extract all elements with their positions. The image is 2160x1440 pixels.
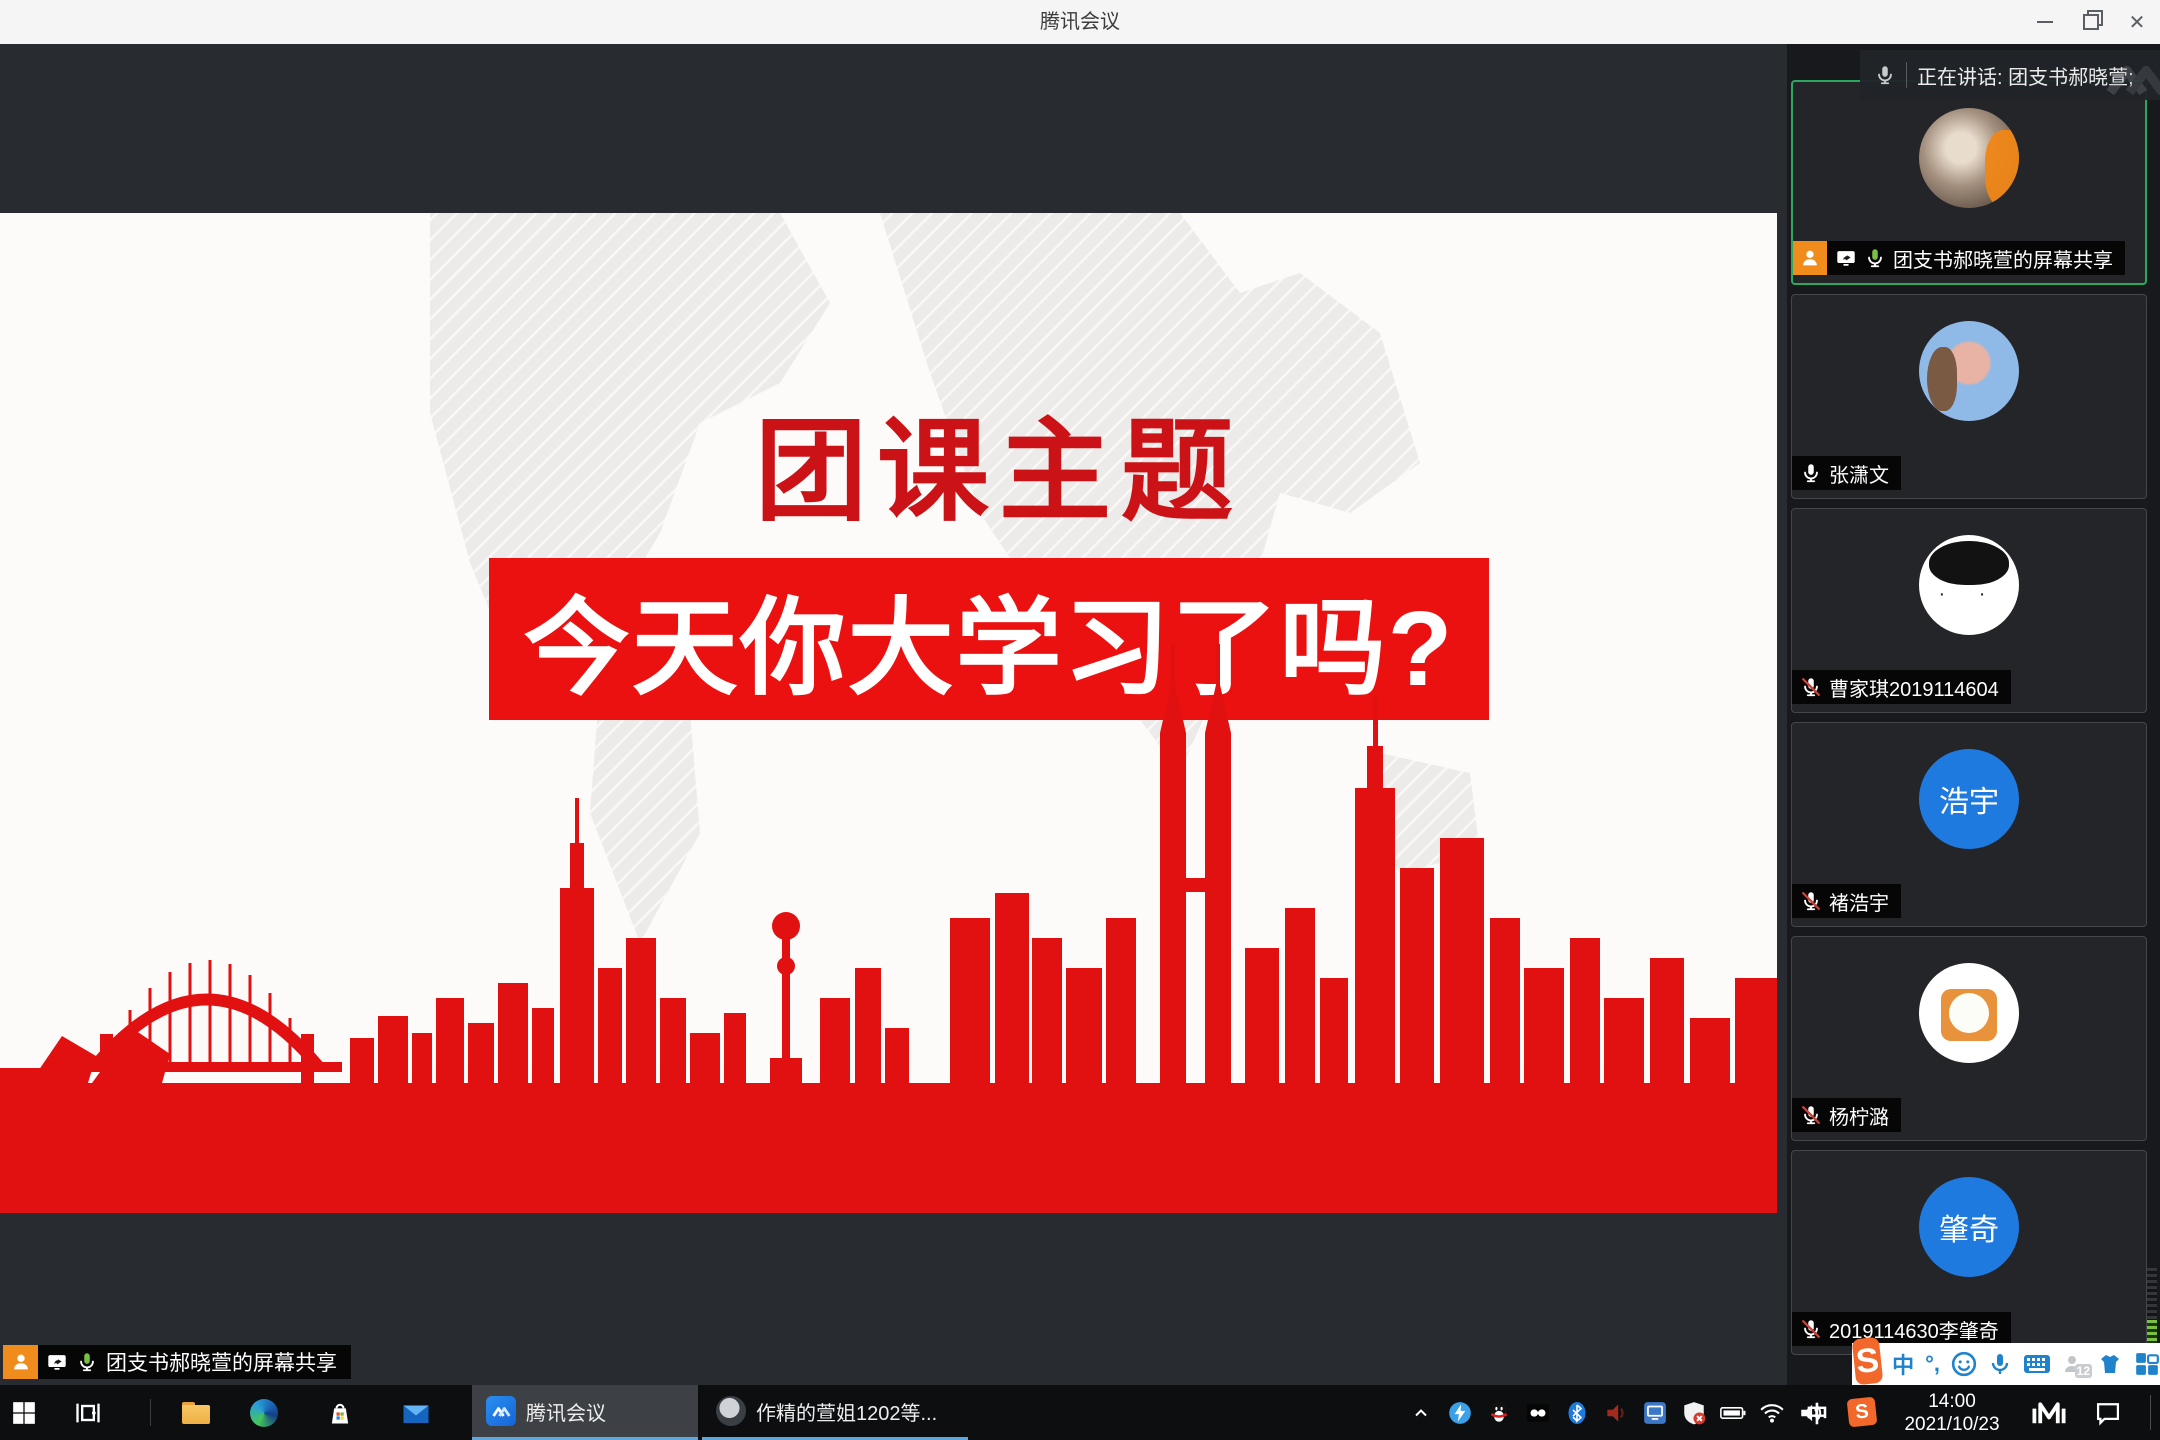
restore-button[interactable]	[2068, 0, 2114, 44]
start-button[interactable]	[0, 1385, 48, 1440]
file-explorer-button[interactable]	[172, 1385, 220, 1440]
participant-tile[interactable]: 团支书郝晓萱的屏幕共享	[1791, 80, 2147, 285]
input-language-indicator[interactable]: 中	[1806, 1385, 1828, 1440]
participant-name: 曹家琪2019114604	[1829, 673, 1999, 702]
avatar	[1919, 108, 2019, 208]
participant-tile[interactable]: 杨柠潞	[1791, 936, 2147, 1141]
screen-share-icon	[46, 1351, 68, 1373]
participant-tile[interactable]: 张潇文	[1791, 294, 2147, 499]
mic-on-icon	[76, 1351, 98, 1373]
intel-graphics-icon[interactable]	[1642, 1400, 1668, 1426]
mic-on-icon	[1864, 247, 1886, 269]
mail-button[interactable]	[392, 1385, 440, 1440]
participants-panel: 正在讲话: 团支书郝晓萱;	[1787, 44, 2160, 1385]
city-skyline-graphic	[0, 638, 1777, 1213]
skin-icon[interactable]	[2097, 1352, 2123, 1376]
participant-name: 杨柠潞	[1829, 1101, 1889, 1130]
avatar-initials: 浩宇	[1939, 777, 1999, 821]
wifi-icon[interactable]	[1759, 1400, 1785, 1426]
taskbar-app-tencent-meeting[interactable]: 腾讯会议	[472, 1385, 698, 1440]
edge-browser-button[interactable]	[240, 1385, 288, 1440]
presenter-badge	[3, 1345, 38, 1379]
tencent-meeting-icon	[486, 1396, 516, 1426]
sogou-logo-icon[interactable]: S	[1852, 1337, 1884, 1386]
punctuation-icon[interactable]: °,	[1925, 1351, 1940, 1377]
person-icon	[10, 1351, 32, 1373]
m-logo-tray-icon[interactable]	[2030, 1385, 2068, 1440]
share-overlay-text: 团支书郝晓萱的屏幕共享	[106, 1347, 337, 1377]
avatar	[1919, 321, 2019, 421]
clock-time: 14:00	[1928, 1390, 1976, 1413]
presentation-slide: 团课主题 今天你大学习了吗?	[0, 213, 1777, 1213]
mic-icon	[1874, 64, 1896, 86]
participant-name: 2019114630李肇奇	[1829, 1315, 1999, 1344]
shared-screen-area: 团课主题 今天你大学习了吗?	[0, 44, 1787, 1385]
action-center-icon[interactable]	[2094, 1385, 2122, 1440]
meeting-logo-watermark	[2102, 54, 2160, 98]
mic-on-icon	[1800, 462, 1822, 484]
avatar	[1919, 963, 2019, 1063]
panel-scrollbar[interactable]	[2147, 1268, 2157, 1346]
keyboard-icon[interactable]	[2023, 1353, 2051, 1375]
input-mode-chinese[interactable]: 中	[1892, 1348, 1914, 1380]
system-tray	[1408, 1385, 1824, 1440]
person-icon	[1799, 247, 1821, 269]
participant-tile[interactable]: 浩宇 褚浩宇	[1791, 722, 2147, 927]
presenter-badge	[1793, 241, 1827, 275]
mic-muted-icon	[1800, 1318, 1822, 1340]
participant-name: 褚浩宇	[1829, 887, 1889, 916]
desktop: 腾讯会议 团课主题	[0, 0, 2160, 1440]
avatar	[1919, 535, 2019, 635]
mic-muted-icon	[1800, 676, 1822, 698]
task-view-button[interactable]	[64, 1385, 112, 1440]
taskbar-app-label: 作精的萱姐1202等...	[756, 1397, 937, 1426]
avatar: 肇奇	[1919, 1177, 2019, 1277]
sogou-input-toolbar: S 中 °, 12	[1852, 1343, 2160, 1385]
slide-title: 团课主题	[755, 381, 1243, 543]
taskbar-divider	[150, 1399, 151, 1426]
sogou-tray-icon[interactable]: S	[1847, 1397, 1878, 1428]
media-app-icon[interactable]	[1525, 1400, 1551, 1426]
participant-tile[interactable]: 曹家琪2019114604	[1791, 508, 2147, 713]
close-button[interactable]	[2114, 0, 2160, 44]
passport-icon[interactable]: 12	[2062, 1352, 2086, 1376]
speaking-indicator-banner: 正在讲话: 团支书郝晓萱;	[1860, 50, 2160, 100]
participant-name: 团支书郝晓萱的屏幕共享	[1893, 244, 2113, 273]
avatar-initials: 肇奇	[1939, 1205, 1999, 1249]
voice-input-icon[interactable]	[1988, 1352, 2012, 1376]
emoji-icon[interactable]	[1951, 1351, 1977, 1377]
defender-icon[interactable]	[1681, 1400, 1707, 1426]
passport-badge: 12	[2075, 1364, 2092, 1378]
screen-share-indicator: 团支书郝晓萱的屏幕共享	[3, 1345, 351, 1379]
taskbar-app-wechat-group[interactable]: 作精的萱姐1202等...	[702, 1385, 968, 1440]
qq-icon[interactable]	[1486, 1400, 1512, 1426]
clock-date: 2021/10/23	[1904, 1413, 1999, 1436]
screen-share-icon	[1835, 247, 1857, 269]
participant-name: 张潇文	[1829, 459, 1889, 488]
windows-taskbar: 腾讯会议 作精的萱姐1202等...	[0, 1385, 2160, 1440]
taskbar-clock[interactable]: 14:00 2021/10/23	[1890, 1385, 2014, 1440]
participant-tile[interactable]: 肇奇 2019114630李肇奇	[1791, 1150, 2147, 1355]
audio-app-icon[interactable]	[1603, 1400, 1629, 1426]
taskbar-app-label: 腾讯会议	[526, 1397, 606, 1426]
bluetooth-icon[interactable]	[1564, 1400, 1590, 1426]
chat-avatar	[716, 1396, 746, 1426]
mic-muted-icon	[1800, 890, 1822, 912]
window-title: 腾讯会议	[0, 0, 2160, 44]
banner-divider	[1906, 62, 1907, 88]
avatar: 浩宇	[1919, 749, 2019, 849]
minimize-button[interactable]	[2022, 0, 2068, 44]
toolbox-icon[interactable]	[2134, 1351, 2160, 1377]
show-desktop-button[interactable]	[2150, 1395, 2151, 1430]
window-titlebar: 腾讯会议	[0, 0, 2160, 44]
battery-icon[interactable]	[1720, 1400, 1746, 1426]
thunder-app-icon[interactable]	[1447, 1400, 1473, 1426]
microsoft-store-button[interactable]	[316, 1385, 364, 1440]
mic-muted-icon	[1800, 1104, 1822, 1126]
tray-expand-icon[interactable]	[1408, 1400, 1434, 1426]
